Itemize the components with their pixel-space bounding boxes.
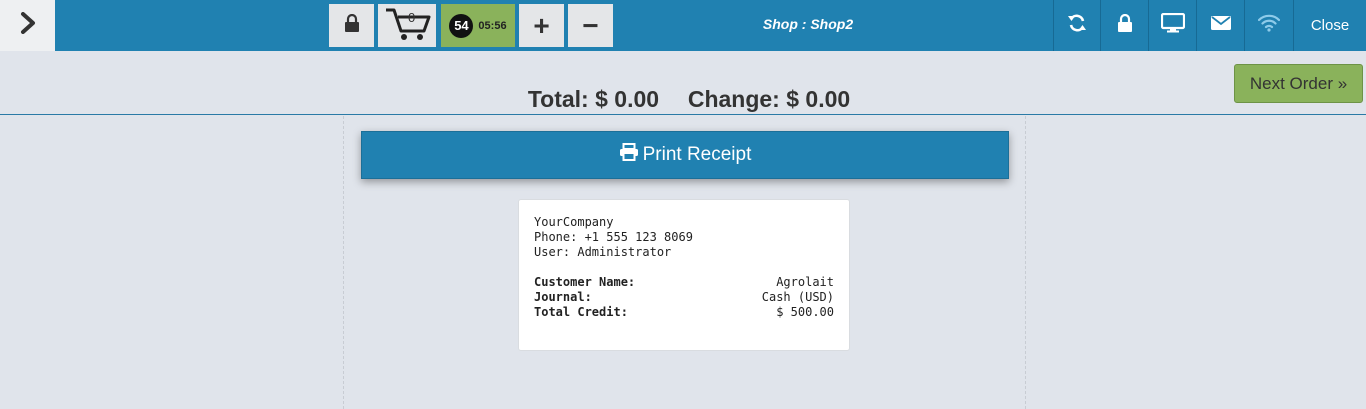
order-time: 05:56 [478,19,507,32]
cart-button[interactable]: 0 [378,4,436,47]
connection-status-button[interactable] [1244,0,1293,51]
lock-icon [1117,13,1133,37]
toggle-sidebar-button[interactable] [0,0,55,51]
print-receipt-button[interactable]: Print Receipt [361,131,1009,179]
chevron-right-icon [20,12,36,39]
refresh-icon [1067,13,1087,38]
desktop-icon [1160,12,1185,38]
receipt-row-value: $ 500.00 [776,305,834,319]
receipt-company: YourCompany [534,215,614,229]
change-label: Change: [687,86,780,112]
payment-summary-header: Total: $ 0.00 Change: $ 0.00 Next Order … [0,51,1366,115]
receipt-row-label: Total Credit: [534,305,628,319]
order-number-badge: 54 [449,13,474,38]
receipt-row-total-credit: Total Credit: $ 500.00 [534,305,834,320]
change-value: $ 0.00 [786,86,851,112]
total-label: Total: [527,86,589,112]
printer-icon [619,143,643,167]
lock-screen-button[interactable] [1100,0,1148,51]
envelope-icon [1210,15,1231,36]
customer-display-button[interactable] [1148,0,1196,51]
print-receipt-label: Print Receipt [642,144,752,165]
receipt-row-customer: Customer Name: Agrolait [534,275,834,290]
shop-title: Shop : Shop2 [762,16,854,32]
next-order-button[interactable]: Next Order » [1234,64,1363,103]
receipt-row-label: Journal: [534,290,592,304]
add-order-button[interactable]: + [519,4,564,47]
receipt-row-journal: Journal: Cash (USD) [534,290,834,305]
messages-button[interactable] [1196,0,1244,51]
lock-button[interactable] [329,4,374,47]
lock-icon [344,13,360,37]
cart-count: 0 [408,10,416,25]
totals-line: Total: $ 0.00 Change: $ 0.00 [0,86,1366,113]
top-bar: 0 54 05:56 + − Shop : Shop2 Close [0,0,1366,51]
close-button[interactable]: Close [1293,0,1366,51]
receipt-row-label: Customer Name: [534,275,636,289]
receipt-user: User: Administrator [534,245,672,259]
receipt: YourCompany Phone: +1 555 123 8069 User:… [518,199,850,351]
order-selector-button[interactable]: 54 05:56 [441,4,515,47]
total-value: $ 0.00 [595,86,660,112]
remove-order-button[interactable]: − [568,4,613,47]
receipt-row-value: Cash (USD) [761,290,834,304]
wifi-icon [1257,14,1281,37]
receipt-phone: Phone: +1 555 123 8069 [534,230,693,244]
receipt-row-value: Agrolait [776,275,834,289]
sync-button[interactable] [1053,0,1100,51]
cart-icon [382,5,432,46]
